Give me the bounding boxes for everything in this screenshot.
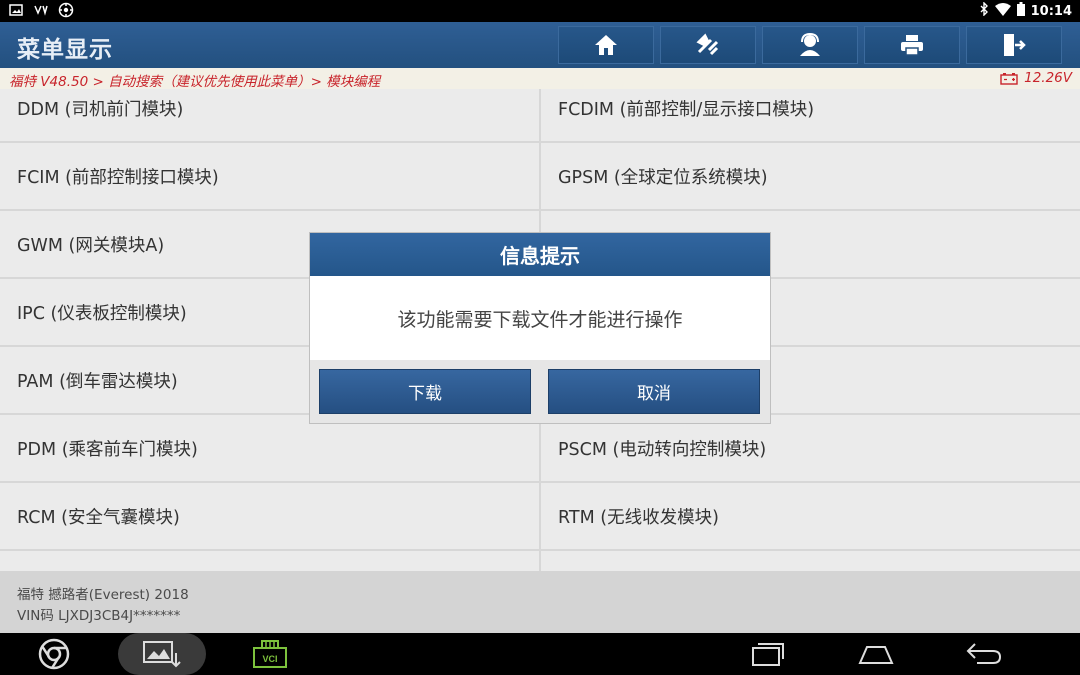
list-item[interactable]: [541, 551, 1080, 571]
list-item[interactable]: RCM (安全气囊模块): [0, 483, 539, 549]
settings-gear-icon: [58, 2, 74, 18]
print-icon: [901, 35, 923, 56]
home-nav-icon: [858, 646, 894, 664]
toolbar: [558, 26, 1062, 64]
list-item-label: FCDIM (前部控制/显示接口模块): [558, 99, 815, 120]
home-nav-button[interactable]: [856, 633, 896, 675]
image-icon: [8, 2, 24, 18]
battery-voltage-icon: [1000, 72, 1018, 85]
diagnose-tools-icon: [696, 33, 719, 56]
exit-button[interactable]: [966, 26, 1062, 64]
voltage-indicator: 12.26V: [1000, 70, 1072, 86]
dialog-footer: 下载 取消: [310, 360, 770, 423]
list-item-label: PAM (倒车雷达模块): [17, 371, 178, 392]
list-item[interactable]: FCDIM (前部控制/显示接口模块): [541, 89, 1080, 141]
vci-label: VCI: [262, 654, 277, 664]
list-item[interactable]: GPSM (全球定位系统模块): [541, 143, 1080, 209]
vehicle-model: 福特 撼路者(Everest) 2018: [17, 587, 189, 603]
info-dialog: 信息提示 该功能需要下载文件才能进行操作 下载 取消: [310, 233, 770, 423]
chrome-button[interactable]: [34, 633, 74, 675]
list-item[interactable]: DDM (司机前门模块): [0, 89, 539, 141]
chrome-icon: [38, 638, 70, 670]
home-button[interactable]: [558, 26, 654, 64]
cancel-button[interactable]: 取消: [548, 369, 760, 414]
list-item-label: PSCM (电动转向控制模块): [558, 439, 767, 460]
dialog-message: 该功能需要下载文件才能进行操作: [397, 308, 683, 331]
vci-icon: VCI: [253, 640, 287, 668]
page-title: 菜单显示: [17, 37, 113, 63]
voltage-value: 12.26V: [1024, 70, 1072, 86]
bluetooth-icon: [979, 1, 989, 20]
download-button[interactable]: 下载: [319, 369, 531, 414]
app-header: 菜单显示: [0, 22, 1080, 68]
nav-bar: VCI: [0, 633, 1080, 675]
print-button[interactable]: [864, 26, 960, 64]
list-item[interactable]: PDM (乘客前车门模块): [0, 415, 539, 481]
exit-icon: [1004, 34, 1026, 56]
clock: 10:14: [1030, 3, 1072, 19]
list-item-label: IPC (仪表板控制模块): [17, 303, 187, 324]
status-bar: 10:14: [0, 0, 1080, 22]
home-icon: [595, 35, 617, 55]
list-item-label: RCM (安全气囊模块): [17, 507, 180, 528]
list-item[interactable]: [0, 551, 539, 571]
wifi-icon: [994, 2, 1011, 20]
recent-apps-icon: [752, 643, 784, 666]
diagnose-tools-button[interactable]: [660, 26, 756, 64]
list-item[interactable]: RTM (无线收发模块): [541, 483, 1080, 549]
breadcrumb-bar: 福特 V48.50 > 自动搜索（建议优先使用此菜单）> 模块编程 12.26V: [0, 68, 1080, 90]
list-item[interactable]: PSCM (电动转向控制模块): [541, 415, 1080, 481]
vehicle-vin: VIN码 LJXDJ3CB4J*******: [17, 608, 181, 624]
list-item-label: PDM (乘客前车门模块): [17, 439, 198, 460]
list-item-label: FCIM (前部控制接口模块): [17, 167, 219, 188]
list-item-label: RTM (无线收发模块): [558, 507, 719, 528]
usb-icon: [33, 2, 49, 18]
vehicle-info: 福特 撼路者(Everest) 2018 VIN码 LJXDJ3CB4J****…: [0, 571, 1080, 633]
battery-icon: [1016, 2, 1025, 20]
support-person-icon: [800, 32, 820, 56]
list-item-label: GWM (网关模块A): [17, 235, 165, 256]
back-button[interactable]: [962, 633, 1006, 675]
back-icon: [966, 643, 1002, 664]
screenshot-button[interactable]: [140, 633, 184, 675]
screenshot-icon: [143, 641, 181, 668]
list-item-label: DDM (司机前门模块): [17, 99, 184, 120]
list-item[interactable]: FCIM (前部控制接口模块): [0, 143, 539, 209]
support-button[interactable]: [762, 26, 858, 64]
dialog-title: 信息提示: [310, 233, 770, 276]
breadcrumb: 福特 V48.50 > 自动搜索（建议优先使用此菜单）> 模块编程: [9, 74, 381, 90]
vci-button[interactable]: VCI: [250, 633, 290, 675]
recent-apps-button[interactable]: [748, 633, 788, 675]
list-item-label: GPSM (全球定位系统模块): [558, 167, 768, 188]
